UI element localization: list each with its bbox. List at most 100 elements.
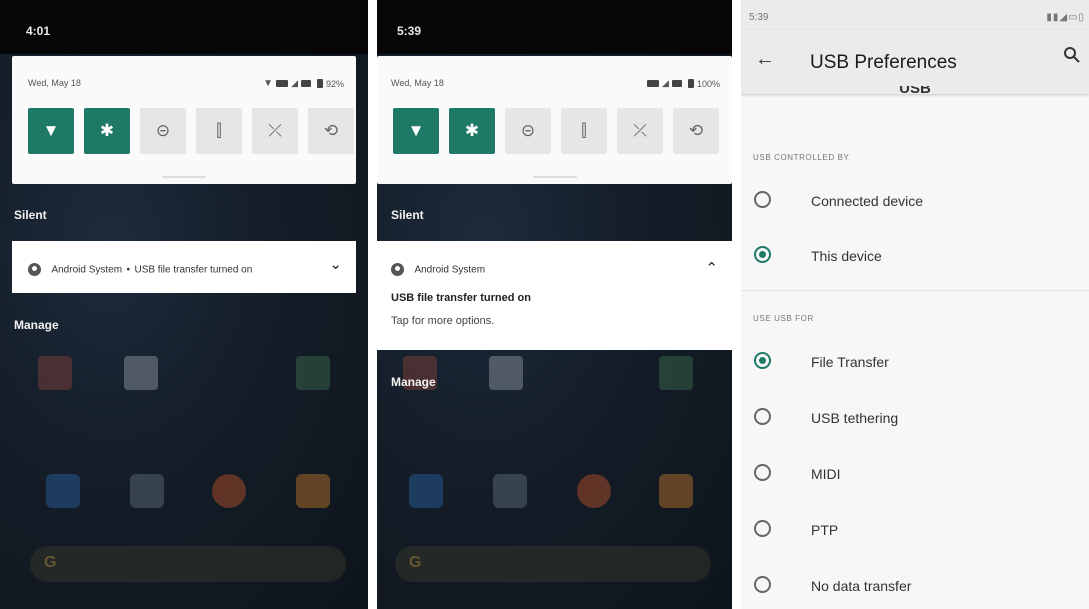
notification-title: USB file transfer turned on — [391, 292, 531, 304]
data-saver-icon: ⤫ — [633, 121, 647, 140]
wifi-icon: ▼ — [42, 121, 60, 140]
chrome-icon — [577, 474, 611, 508]
section-manage[interactable]: Manage — [14, 318, 59, 332]
dnd-tile[interactable]: ⊝ — [505, 108, 551, 154]
android-system-icon — [28, 263, 41, 277]
notification-app: Android System — [414, 264, 486, 276]
usb-notification-expanded[interactable]: Android System ⌃ USB file transfer turne… — [377, 241, 732, 350]
collapse-chevron-icon[interactable]: ⌃ — [705, 259, 718, 277]
battery-icon — [316, 79, 323, 88]
date-label[interactable]: Wed, May 18 — [391, 78, 444, 88]
status-icons: ▼ ◢ 92% — [263, 78, 344, 89]
auto-rotate-tile[interactable]: ⟲ — [308, 108, 354, 154]
expand-chevron-icon[interactable]: ⌄ — [329, 255, 342, 273]
clock: 5:39 — [397, 24, 422, 38]
notification-shade-expanded: G 5:39 Wed, May 18 ◢ 100% ▼ ✱ ⊝ ⫿ ⤫ ⟲ Si… — [377, 0, 732, 609]
option-label: Connected device — [811, 193, 924, 209]
option-file-transfer[interactable]: File Transfer — [741, 335, 1089, 389]
signal-icon: ◢ — [662, 78, 669, 88]
option-connected-device[interactable]: Connected device — [741, 174, 1089, 228]
flashlight-tile[interactable]: ⫿ — [196, 108, 242, 154]
option-this-device[interactable]: This device — [741, 229, 1089, 283]
flashlight-icon: ⫿ — [581, 121, 587, 140]
wifi-icon: ▼ — [407, 121, 425, 140]
search-icon[interactable] — [1063, 46, 1081, 64]
option-ptp[interactable]: PTP — [741, 503, 1089, 557]
dnd-tile[interactable]: ⊝ — [140, 108, 186, 154]
camera-icon — [296, 474, 330, 508]
app-bar: ← USB Preferences — [741, 30, 1089, 94]
radio-selected[interactable] — [754, 352, 771, 369]
google-search-bar[interactable]: G — [395, 546, 711, 582]
flashlight-icon: ⫿ — [216, 121, 222, 140]
battery-percent: 100% — [696, 78, 720, 89]
back-arrow-icon[interactable]: ← — [755, 48, 775, 71]
option-usb-tethering[interactable]: USB tethering — [741, 391, 1089, 445]
status-bar: 5:39 ▮▮◢▭▯ — [741, 0, 1089, 30]
data-saver-tile[interactable]: ⤫ — [252, 108, 298, 154]
google-search-bar[interactable]: G — [30, 546, 346, 582]
radio-unselected[interactable] — [754, 191, 771, 208]
app-icon — [489, 356, 523, 390]
notification-text: USB file transfer turned on — [134, 264, 253, 276]
radio-unselected[interactable] — [754, 464, 771, 481]
sim-icon — [276, 80, 289, 87]
clock: 5:39 — [749, 12, 769, 23]
drag-handle[interactable] — [532, 176, 577, 178]
google-logo: G — [44, 554, 57, 571]
date-label[interactable]: Wed, May 18 — [28, 78, 81, 88]
quick-tiles: ▼ ✱ ⊝ ⫿ ⤫ ⟲ — [28, 108, 354, 154]
radio-unselected[interactable] — [754, 576, 771, 593]
dnd-icon: ⊝ — [520, 121, 536, 140]
bluetooth-tile[interactable]: ✱ — [84, 108, 130, 154]
bluetooth-tile[interactable]: ✱ — [449, 108, 495, 154]
drag-handle[interactable] — [162, 176, 206, 178]
lte-icon — [671, 80, 682, 87]
option-no-data-transfer[interactable]: No data transfer — [741, 559, 1089, 609]
bluetooth-icon: ✱ — [464, 121, 480, 140]
status-icons: ◢ 100% — [647, 78, 720, 89]
dnd-icon: ⊝ — [155, 121, 171, 140]
group-label-controlled-by: USB CONTROLLED BY — [753, 153, 850, 162]
notification-subtitle: Tap for more options. — [391, 315, 495, 327]
section-silent: Silent — [391, 208, 424, 222]
usb-notification[interactable]: Android System • USB file transfer turne… — [12, 241, 356, 293]
status-icons: ▮▮◢▭▯ — [1046, 12, 1085, 23]
option-midi[interactable]: MIDI — [741, 447, 1089, 501]
wifi-tile[interactable]: ▼ — [393, 108, 439, 154]
auto-rotate-tile[interactable]: ⟲ — [673, 108, 719, 154]
option-label: PTP — [811, 522, 839, 538]
android-system-icon — [391, 263, 404, 277]
chrome-icon — [212, 474, 246, 508]
option-label: MIDI — [811, 466, 841, 482]
play-store-icon — [296, 356, 330, 390]
section-divider — [741, 290, 1089, 291]
play-store-icon — [659, 356, 693, 390]
data-saver-tile[interactable]: ⤫ — [617, 108, 663, 154]
sim-icon — [647, 80, 660, 87]
flashlight-tile[interactable]: ⫿ — [561, 108, 607, 154]
app-folder-icon — [38, 356, 72, 390]
usb-preferences-screen: 5:39 ▮▮◢▭▯ ← USB Preferences USB USB CON… — [741, 0, 1089, 609]
page-title: USB Preferences — [810, 52, 957, 73]
quick-settings-panel: Wed, May 18 ◢ 100% ▼ ✱ ⊝ ⫿ ⤫ ⟲ — [377, 56, 732, 184]
wifi-status-icon: ▼ — [263, 78, 274, 89]
radio-selected[interactable] — [754, 246, 771, 263]
option-label: No data transfer — [811, 578, 912, 594]
option-label: USB tethering — [811, 410, 899, 426]
option-label: This device — [811, 248, 882, 264]
wifi-tile[interactable]: ▼ — [28, 108, 74, 154]
google-logo: G — [409, 554, 422, 571]
radio-unselected[interactable] — [754, 520, 771, 537]
status-bar: 4:01 — [0, 0, 368, 54]
panel-divider — [732, 0, 741, 609]
group-label-use-usb-for: USE USB FOR — [753, 314, 814, 323]
messages-icon — [493, 474, 527, 508]
section-manage[interactable]: Manage — [391, 375, 436, 389]
radio-unselected[interactable] — [754, 408, 771, 425]
quick-tiles: ▼ ✱ ⊝ ⫿ ⤫ ⟲ — [393, 108, 719, 154]
data-saver-icon: ⤫ — [268, 121, 282, 140]
notification-app: Android System — [51, 264, 123, 276]
bluetooth-icon: ✱ — [99, 121, 115, 140]
battery-percent: 92% — [325, 78, 344, 89]
